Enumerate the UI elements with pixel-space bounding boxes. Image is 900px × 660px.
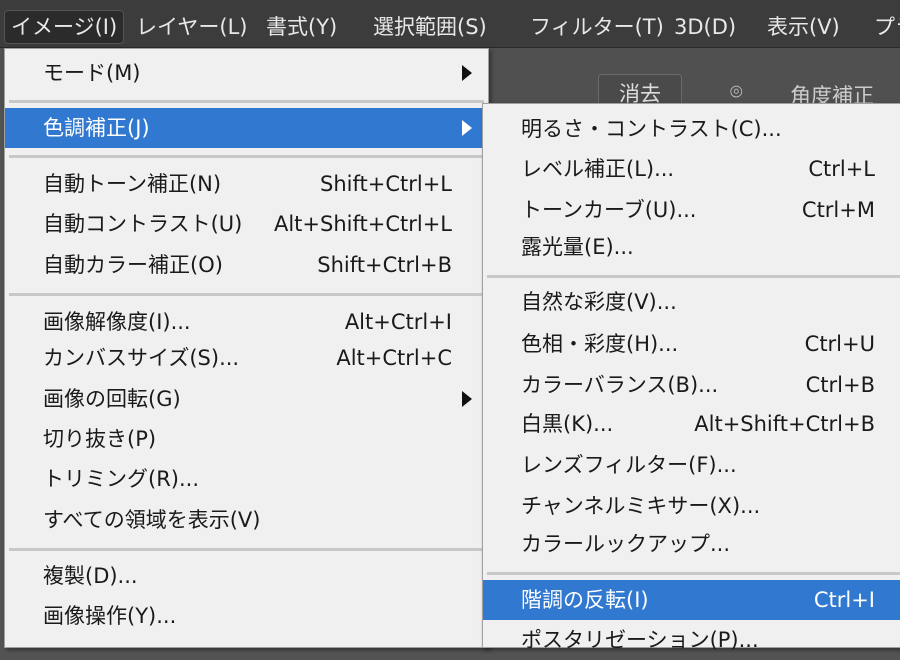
menu-item-shortcut: Ctrl+U bbox=[804, 332, 875, 356]
menu-item-label: レンズフィルター(F)... bbox=[521, 453, 737, 477]
menu-item[interactable]: トーンカーブ(U)... Ctrl+M bbox=[483, 190, 900, 230]
menu-separator bbox=[9, 548, 484, 551]
menu-item[interactable]: 複製(D)... bbox=[5, 556, 488, 596]
menu-item-label: 自動コントラスト(U) bbox=[43, 212, 243, 236]
menu-item-shortcut: Ctrl+I bbox=[813, 588, 875, 612]
menu-item-label: 複製(D)... bbox=[43, 564, 138, 588]
menu-filter[interactable]: フィルター(T) bbox=[524, 10, 670, 44]
menu-item[interactable]: 自動トーン補正(N) Shift+Ctrl+L bbox=[5, 164, 488, 204]
menu-layer[interactable]: レイヤー(L) bbox=[130, 10, 253, 44]
menu-item[interactable]: すべての領域を表示(V) bbox=[5, 500, 488, 540]
menu-view[interactable]: 表示(V) bbox=[761, 10, 846, 44]
menu-item[interactable]: 階調の反転(I) Ctrl+I bbox=[483, 580, 900, 620]
menu-item-label: 階調の反転(I) bbox=[521, 588, 649, 612]
menu-item[interactable]: カラーバランス(B)... Ctrl+B bbox=[483, 365, 900, 405]
menu-item-label: チャンネルミキサー(X)... bbox=[521, 494, 761, 518]
menu-item[interactable]: 自動コントラスト(U) Alt+Shift+Ctrl+L bbox=[5, 204, 488, 244]
submenu-arrow-icon bbox=[462, 65, 472, 81]
menu-item-shortcut: Alt+Shift+Ctrl+L bbox=[273, 212, 452, 236]
menu-item-shortcut: Alt+Ctrl+C bbox=[336, 346, 452, 370]
menu-item-label: カラーバランス(B)... bbox=[521, 373, 719, 397]
submenu-arrow-icon bbox=[462, 120, 472, 136]
menu-item-label: モード(M) bbox=[43, 61, 141, 85]
menu-item-label: レベル補正(L)... bbox=[521, 157, 675, 181]
menu-item[interactable]: 自然な彩度(V)... bbox=[483, 282, 900, 322]
menu-item-shortcut: Shift+Ctrl+L bbox=[320, 172, 452, 196]
menu-item[interactable]: 画像の回転(G) bbox=[5, 379, 488, 419]
menu-3d[interactable]: 3D(D) bbox=[668, 10, 742, 44]
menu-item[interactable]: 明るさ・コントラスト(C)... bbox=[483, 109, 900, 149]
straighten-icon[interactable]: ⌾ bbox=[730, 80, 743, 105]
menu-item-label: 白黒(K)... bbox=[521, 412, 614, 436]
menu-item-label: 画像解像度(I)... bbox=[43, 310, 191, 334]
menu-item-label: 色調補正(J) bbox=[43, 116, 150, 140]
menu-item[interactable]: 色調補正(J) bbox=[5, 108, 488, 148]
menu-item[interactable]: カンバスサイズ(S)... Alt+Ctrl+C bbox=[5, 338, 488, 378]
menu-item[interactable]: 白黒(K)... Alt+Shift+Ctrl+B bbox=[483, 404, 900, 444]
menu-item-label: 露光量(E)... bbox=[521, 235, 634, 259]
menu-item[interactable]: 色相・彩度(H)... Ctrl+U bbox=[483, 324, 900, 364]
menu-separator bbox=[9, 100, 484, 103]
menu-item-shortcut: Ctrl+B bbox=[805, 373, 875, 397]
menu-item[interactable]: レンズフィルター(F)... bbox=[483, 445, 900, 485]
menu-item-label: 自動トーン補正(N) bbox=[43, 172, 222, 196]
menu-item-label: 切り抜き(P) bbox=[43, 427, 157, 451]
menu-item[interactable]: トリミング(R)... bbox=[5, 459, 488, 499]
menu-separator bbox=[9, 155, 484, 158]
menu-item-label: 明るさ・コントラスト(C)... bbox=[521, 117, 782, 141]
menu-item-shortcut: Ctrl+L bbox=[808, 157, 875, 181]
menu-item-label: カラールックアップ... bbox=[521, 532, 731, 556]
menu-select[interactable]: 選択範囲(S) bbox=[367, 10, 493, 44]
menu-item[interactable]: モード(M) bbox=[5, 53, 488, 93]
menu-image[interactable]: イメージ(I) bbox=[4, 10, 125, 44]
menu-item[interactable]: 画像操作(Y)... bbox=[5, 596, 488, 636]
image-menu: モード(M) 色調補正(J) 自動トーン補正(N) Shift+Ctrl+L 自動コント… bbox=[4, 48, 489, 648]
submenu-arrow-icon bbox=[462, 391, 472, 407]
menu-separator bbox=[487, 572, 900, 575]
menu-separator bbox=[487, 275, 900, 278]
menu-item-label: トーンカーブ(U)... bbox=[521, 198, 697, 222]
menu-item[interactable]: レベル補正(L)... Ctrl+L bbox=[483, 149, 900, 189]
menu-item-shortcut: Alt+Ctrl+I bbox=[344, 310, 452, 334]
menu-item[interactable]: 切り抜き(P) bbox=[5, 419, 488, 459]
menu-item[interactable]: 画像解像度(I)... Alt+Ctrl+I bbox=[5, 302, 488, 342]
adjustments-submenu: 明るさ・コントラスト(C)... レベル補正(L)... Ctrl+L トーンカーブ(… bbox=[482, 103, 900, 652]
menu-item-label: 画像の回転(G) bbox=[43, 387, 181, 411]
menu-item[interactable]: 露光量(E)... bbox=[483, 227, 900, 267]
menu-plugins[interactable]: プラ bbox=[868, 10, 900, 44]
menu-item-shortcut: Ctrl+M bbox=[801, 198, 875, 222]
menu-item-label: 自動カラー補正(O) bbox=[43, 253, 223, 277]
menu-item[interactable]: 自動カラー補正(O) Shift+Ctrl+B bbox=[5, 245, 488, 285]
menu-type[interactable]: 書式(Y) bbox=[260, 10, 343, 44]
menu-item[interactable]: ポスタリゼーション(P)... bbox=[483, 620, 900, 660]
menu-item-label: ポスタリゼーション(P)... bbox=[521, 628, 759, 652]
menu-item-shortcut: Shift+Ctrl+B bbox=[317, 253, 452, 277]
menu-item[interactable]: カラールックアップ... bbox=[483, 524, 900, 564]
menu-item-label: すべての領域を表示(V) bbox=[43, 508, 261, 532]
menu-item-label: 自然な彩度(V)... bbox=[521, 290, 677, 314]
menu-item-label: トリミング(R)... bbox=[43, 467, 200, 491]
menu-item[interactable]: チャンネルミキサー(X)... bbox=[483, 486, 900, 526]
menu-separator bbox=[9, 293, 484, 296]
menu-item-shortcut: Alt+Shift+Ctrl+B bbox=[694, 412, 875, 436]
menu-bar: イメージ(I) レイヤー(L) 書式(Y) 選択範囲(S) フィルター(T) 3… bbox=[0, 0, 900, 48]
menu-item-label: カンバスサイズ(S)... bbox=[43, 346, 240, 370]
menu-item-label: 色相・彩度(H)... bbox=[521, 332, 679, 356]
menu-item-label: 画像操作(Y)... bbox=[43, 604, 177, 628]
